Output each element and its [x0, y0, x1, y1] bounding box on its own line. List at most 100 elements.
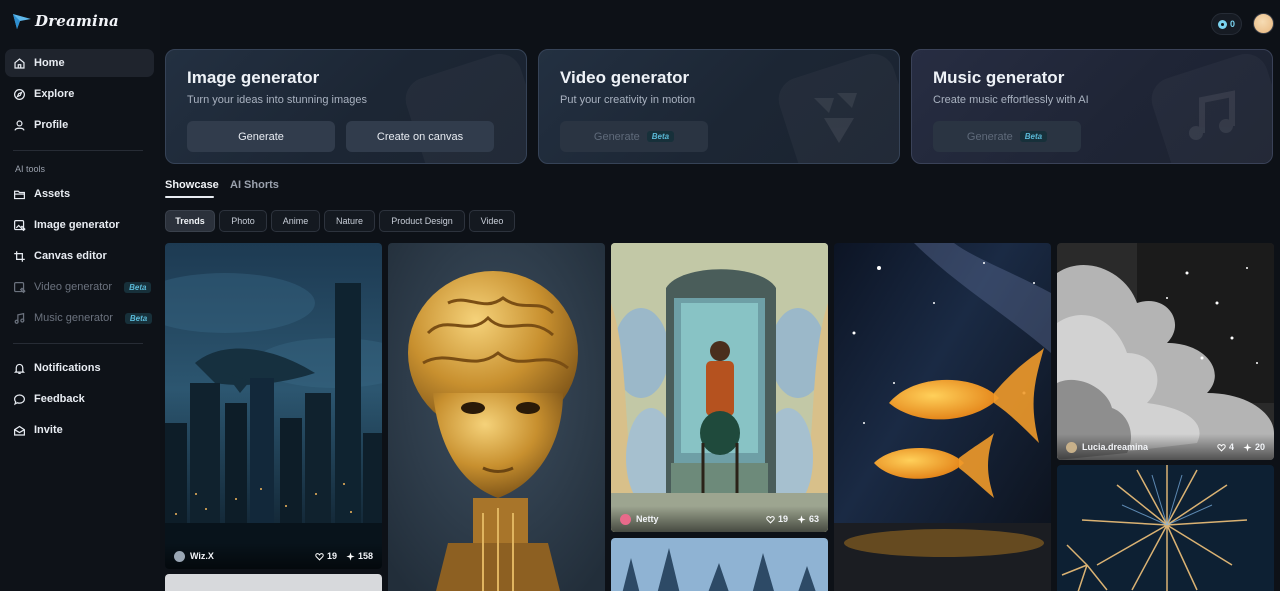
video-deco-icon: [814, 93, 857, 143]
credits-badge[interactable]: 0: [1211, 13, 1242, 35]
tile-username: Lucia.dreamina: [1082, 442, 1149, 452]
button-label: Generate: [966, 130, 1013, 143]
sidebar-item-label: Canvas editor: [34, 250, 107, 262]
chip-product-design[interactable]: Product Design: [379, 210, 465, 232]
tile-footer: Netty 19 63: [611, 506, 828, 532]
sidebar-item-label: Notifications: [34, 362, 101, 374]
tile-footer: Wiz.X 19 158: [165, 543, 382, 569]
tile-username: Netty: [636, 514, 659, 524]
heart-icon: [1217, 443, 1226, 452]
gallery-tile[interactable]: [388, 243, 605, 591]
credit-coin-icon: [1217, 19, 1227, 29]
gallery-tile[interactable]: [165, 574, 382, 591]
sidebar-divider: [13, 343, 143, 344]
sidebar-item-label: Home: [34, 57, 65, 69]
gallery-image-mirror-faces: [611, 243, 828, 532]
sidebar-item-video-generator[interactable]: Video generator Beta: [5, 273, 154, 301]
gallery-image-golden-brain: [388, 243, 605, 591]
sidebar-item-assets[interactable]: Assets: [5, 180, 154, 208]
bell-icon: [13, 363, 26, 374]
sidebar-item-feedback[interactable]: Feedback: [5, 385, 154, 413]
like-count: 4: [1228, 442, 1234, 452]
chat-icon: [14, 393, 25, 405]
sidebar-item-home[interactable]: Home: [5, 49, 154, 77]
avatar[interactable]: [1253, 13, 1274, 34]
beta-badge: Beta: [124, 312, 153, 324]
dreamina-logo[interactable]: Dreamina: [12, 12, 119, 30]
credits-count: 0: [1229, 19, 1235, 29]
use-count: 63: [808, 514, 819, 524]
button-label: Generate: [238, 130, 284, 143]
sidebar-item-label: Profile: [34, 119, 69, 131]
gallery-image-clouds: [1057, 243, 1274, 460]
dreamina-logo-icon: [13, 14, 31, 29]
sidebar-item-label: Invite: [34, 424, 63, 436]
like-count: 19: [326, 551, 337, 561]
chip-trends[interactable]: Trends: [165, 210, 215, 232]
logo-text: Dreamina: [35, 12, 119, 30]
avatar: [620, 513, 631, 525]
gallery-tile[interactable]: [834, 243, 1051, 591]
chip-nature[interactable]: Nature: [324, 210, 375, 232]
use-count: 20: [1254, 442, 1265, 452]
user-icon: [14, 119, 25, 131]
image-edit-icon: [14, 219, 26, 231]
card-subtitle: Put your creativity in motion: [560, 94, 696, 106]
gallery-tile[interactable]: Lucia.dreamina 4 20: [1057, 243, 1274, 460]
sparkle-icon: [1243, 442, 1252, 452]
sidebar-item-label: Video generator: [34, 281, 113, 293]
use-count: 158: [357, 551, 373, 561]
active-tab-indicator: [165, 196, 214, 198]
button-label: Create on canvas: [376, 130, 464, 143]
gallery-tile[interactable]: [611, 538, 828, 591]
folder-icon: [14, 190, 25, 199]
video-icon: [14, 281, 26, 293]
sparkle-icon: [797, 514, 806, 524]
sidebar-item-image-generator[interactable]: Image generator: [5, 211, 154, 239]
sidebar-item-label: Music generator: [34, 312, 113, 324]
gallery-image-goldfish: [834, 243, 1051, 591]
gallery-image-fireworks: [1057, 465, 1274, 591]
sidebar-item-notifications[interactable]: Notifications: [5, 354, 154, 382]
sidebar-item-music-generator[interactable]: Music generator Beta: [5, 304, 154, 332]
create-on-canvas-button[interactable]: Create on canvas: [346, 121, 494, 152]
tile-footer: Lucia.dreamina 4 20: [1057, 434, 1274, 460]
avatar: [1066, 441, 1077, 453]
sidebar-item-label: Image generator: [34, 219, 120, 231]
sparkle-icon: [346, 551, 355, 561]
music-generate-button[interactable]: Generate Beta: [933, 121, 1081, 152]
sidebar-item-profile[interactable]: Profile: [5, 111, 154, 139]
sidebar-item-canvas-editor[interactable]: Canvas editor: [5, 242, 154, 270]
beta-badge: Beta: [1019, 131, 1048, 142]
sidebar-item-label: Feedback: [34, 393, 85, 405]
card-title: Video generator: [560, 68, 690, 87]
chip-video[interactable]: Video: [469, 210, 515, 232]
image-generate-button[interactable]: Generate: [187, 121, 335, 152]
image-generator-card: Image generator Turn your ideas into stu…: [165, 49, 527, 164]
chip-anime[interactable]: Anime: [271, 210, 320, 232]
video-generator-card: Video generator Put your creativity in m…: [538, 49, 900, 164]
heart-icon: [315, 552, 324, 561]
heart-icon: [766, 515, 775, 524]
tab-showcase[interactable]: Showcase: [165, 179, 219, 191]
card-title: Music generator: [933, 68, 1065, 87]
invite-icon: [14, 425, 25, 436]
gallery-tile[interactable]: Wiz.X 19 158: [165, 243, 382, 569]
card-subtitle: Turn your ideas into stunning images: [187, 94, 367, 106]
video-generate-button[interactable]: Generate Beta: [560, 121, 708, 152]
music-deco-icon: [1189, 90, 1235, 140]
sidebar-item-label: Explore: [34, 88, 75, 100]
sidebar-item-explore[interactable]: Explore: [5, 80, 154, 108]
sidebar-item-label: Assets: [34, 188, 71, 200]
sidebar-item-invite[interactable]: Invite: [5, 416, 154, 444]
gallery-tile[interactable]: [1057, 465, 1274, 591]
tab-ai-shorts[interactable]: AI Shorts: [230, 179, 279, 191]
chip-photo[interactable]: Photo: [219, 210, 267, 232]
gallery-image-castle: [611, 538, 828, 591]
crop-icon: [14, 250, 25, 262]
gallery-tile[interactable]: Netty 19 63: [611, 243, 828, 532]
section-label-ai-tools: AI tools: [15, 164, 46, 174]
home-icon: [14, 57, 25, 69]
beta-badge: Beta: [646, 131, 675, 142]
beta-badge: Beta: [124, 281, 152, 293]
